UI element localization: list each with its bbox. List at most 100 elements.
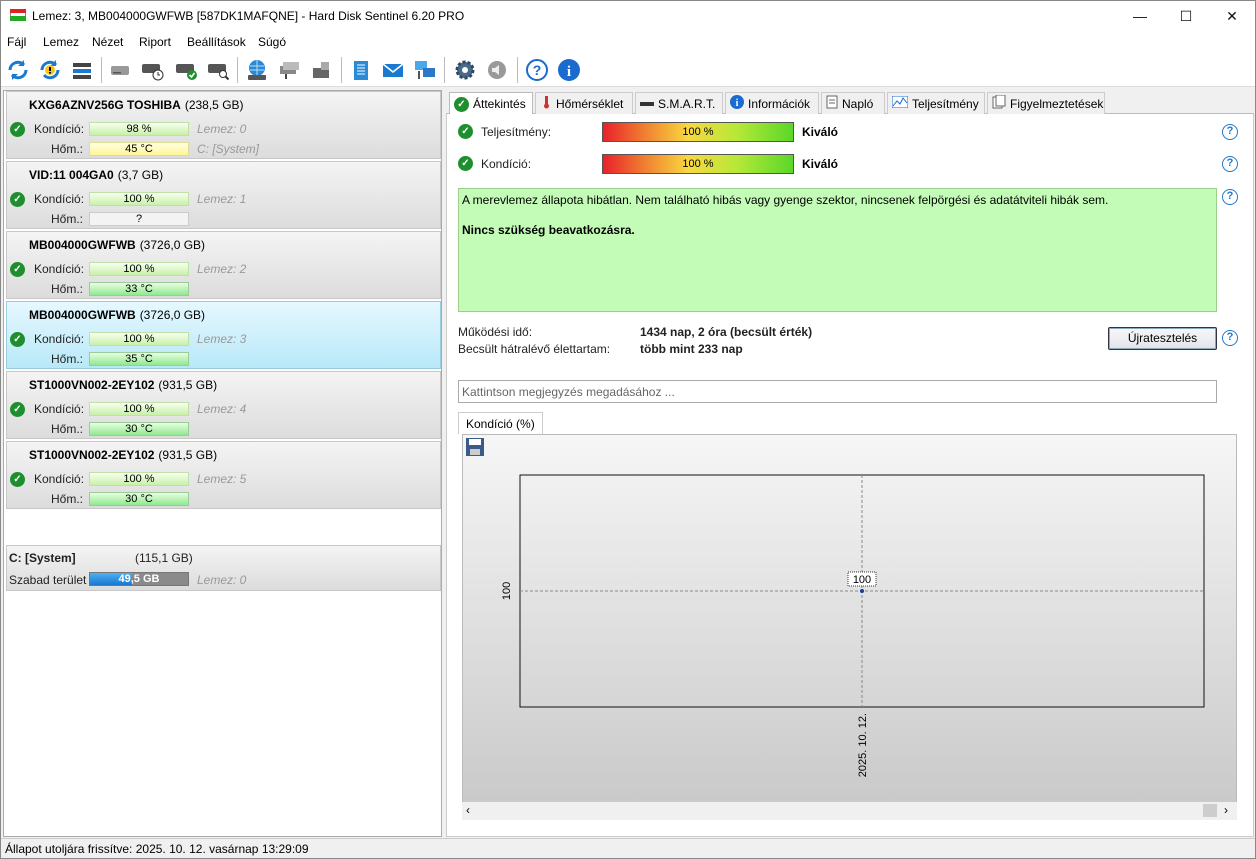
check-icon: ✓ — [10, 192, 25, 207]
help-icon[interactable]: ? — [1222, 124, 1238, 140]
disk-size: (3726,0 GB) — [139, 238, 206, 252]
scroll-thumb[interactable] — [1203, 804, 1217, 817]
uptime-value: 1434 nap, 2 óra (becsült érték) — [640, 325, 813, 339]
toolbar-separator — [101, 57, 102, 83]
help-icon[interactable]: ? — [1222, 330, 1238, 346]
disk-index: Lemez: 3 — [197, 332, 247, 346]
info-icon[interactable]: i — [556, 57, 582, 83]
data-point — [860, 589, 864, 593]
disk-name: KXG6AZNV256G TOSHIBA (238,5 GB) — [29, 98, 244, 112]
chart-horizontal-scrollbar[interactable]: ‹ › — [462, 802, 1237, 820]
toolbar-separator — [341, 57, 342, 83]
retest-button[interactable]: Újratesztelés — [1108, 327, 1217, 350]
network-disk-icon[interactable] — [276, 57, 302, 83]
help-icon[interactable]: ? — [1222, 189, 1238, 205]
help-icon[interactable]: ? — [1222, 156, 1238, 172]
maximize-button[interactable]: ☐ — [1163, 1, 1209, 31]
volume-item[interactable]: C: [System] (115,1 GB) Szabad terület 49… — [6, 545, 441, 591]
scroll-left-icon[interactable]: ‹ — [466, 803, 470, 817]
main-window: Lemez: 3, MB004000GWFWB [587DK1MAFQNE] -… — [0, 0, 1256, 859]
check-icon: ✓ — [458, 124, 473, 139]
tab-overview[interactable]: ✓ Áttekintés — [449, 92, 533, 115]
speaker-icon[interactable] — [484, 57, 510, 83]
lifetime-label: Becsült hátralévő élettartam: — [458, 342, 611, 356]
menu-settings[interactable]: Beállítások — [187, 35, 246, 49]
disk-size: (931,5 GB) — [158, 378, 218, 392]
disk-item[interactable]: KXG6AZNV256G TOSHIBA (238,5 GB) ✓ Kondíció:… — [6, 91, 441, 159]
disk-schedule-icon[interactable] — [139, 57, 165, 83]
disk-name: MB004000GWFWB (3726,0 GB) — [29, 238, 206, 252]
title-bar: Lemez: 3, MB004000GWFWB [587DK1MAFQNE] -… — [1, 1, 1255, 31]
condition-bar: 100 % — [602, 154, 794, 174]
refresh-icon[interactable] — [5, 57, 31, 83]
refresh-warning-icon[interactable] — [37, 57, 63, 83]
tab-label: Figyelmeztetések — [1010, 96, 1104, 111]
disk-volume: C: [System] — [197, 142, 260, 156]
tab-condition-chart[interactable]: Kondíció (%) — [458, 412, 543, 434]
free-space-bar: 49,5 GB — [89, 572, 189, 586]
app-flag-icon — [10, 9, 26, 23]
report-icon[interactable] — [348, 57, 374, 83]
disk-size: (3,7 GB) — [117, 168, 164, 182]
condition-bar: 98 % — [89, 122, 189, 136]
svg-text:?: ? — [533, 62, 542, 78]
data-label: 100 — [853, 574, 871, 586]
condition-label: Kondíció: — [34, 192, 85, 206]
menu-disk[interactable]: Lemez — [43, 35, 79, 49]
disk-item[interactable]: VID:11 004GA0 (3,7 GB) ✓ Kondíció: 100 % Leme… — [6, 161, 441, 229]
tab-alerts[interactable]: Figyelmeztetések — [987, 92, 1105, 114]
email-icon[interactable] — [380, 57, 406, 83]
temperature-label: Hőm.: — [51, 282, 84, 296]
toolbar-separator — [517, 57, 518, 83]
toolbar-separator — [237, 57, 238, 83]
disk-index: Lemez: 5 — [197, 472, 247, 486]
condition-chart: 100 100 2025. 10. 12. — [462, 434, 1237, 817]
close-button[interactable]: ✕ — [1209, 1, 1255, 31]
disk-list-icon[interactable] — [69, 57, 95, 83]
temperature-bar: 35 °C — [89, 352, 189, 366]
tab-label: Teljesítmény — [912, 96, 979, 111]
x-tick-label: 2025. 10. 12. — [857, 713, 869, 777]
condition-label: Kondíció: — [34, 122, 85, 136]
scroll-right-icon[interactable]: › — [1224, 803, 1228, 817]
tab-performance[interactable]: Teljesítmény — [887, 92, 985, 114]
network-share-icon[interactable] — [412, 57, 438, 83]
volume-size: (115,1 GB) — [135, 551, 193, 565]
y-tick-label: 100 — [501, 582, 513, 600]
disk-icon[interactable] — [107, 57, 133, 83]
disk-index: Lemez: 2 — [197, 262, 247, 276]
check-icon: ✓ — [10, 402, 25, 417]
minimize-button[interactable]: — — [1117, 1, 1163, 31]
tab-smart[interactable]: S.M.A.R.T. — [635, 92, 723, 114]
free-space-label: Szabad terület — [9, 573, 87, 587]
temperature-bar: 30 °C — [89, 492, 189, 506]
menu-report[interactable]: Riport — [139, 35, 171, 49]
temperature-bar: 45 °C — [89, 142, 189, 156]
performance-bar: 100 % — [602, 122, 794, 142]
globe-network-icon[interactable] — [244, 57, 270, 83]
disk-search-icon[interactable] — [205, 57, 231, 83]
disk-item[interactable]: ST1000VN002-2EY102 (931,5 GB) ✓ Kondíció: 10… — [6, 371, 441, 439]
menu-help[interactable]: Súgó — [258, 35, 286, 49]
external-disk-icon[interactable] — [308, 57, 334, 83]
settings-gear-icon[interactable] — [452, 57, 478, 83]
menu-file[interactable]: Fájl — [7, 35, 26, 49]
disk-check-icon[interactable] — [173, 57, 199, 83]
menu-view[interactable]: Nézet — [92, 35, 123, 49]
details-panel: ✓ Áttekintés Hőmérséklet S.M.A.R.T. i In… — [446, 90, 1254, 837]
disk-item[interactable]: MB004000GWFWB (3726,0 GB) ✓ Kondíció: 100 % L… — [6, 231, 441, 299]
condition-label: Kondíció: — [481, 157, 532, 171]
condition-label: Kondíció: — [34, 472, 85, 486]
status-bar: Állapot utoljára frissítve: 2025. 10. 12… — [1, 838, 1255, 858]
help-icon[interactable]: ? — [524, 57, 550, 83]
disk-index: Lemez: 4 — [197, 402, 247, 416]
tab-temperature[interactable]: Hőmérséklet — [535, 92, 633, 114]
note-input[interactable]: Kattintson megjegyzés megadásához ... — [458, 380, 1217, 403]
tab-log[interactable]: Napló — [821, 92, 885, 114]
tab-label: Napló — [842, 96, 874, 111]
tab-information[interactable]: i Információk — [725, 92, 819, 114]
disk-item[interactable]: ST1000VN002-2EY102 (931,5 GB) ✓ Kondíció: 10… — [6, 441, 441, 509]
svg-text:i: i — [567, 64, 571, 80]
alerts-icon — [992, 94, 1006, 112]
disk-item[interactable]: MB004000GWFWB (3726,0 GB) ✓ Kondíció: 100 % L… — [6, 301, 441, 369]
